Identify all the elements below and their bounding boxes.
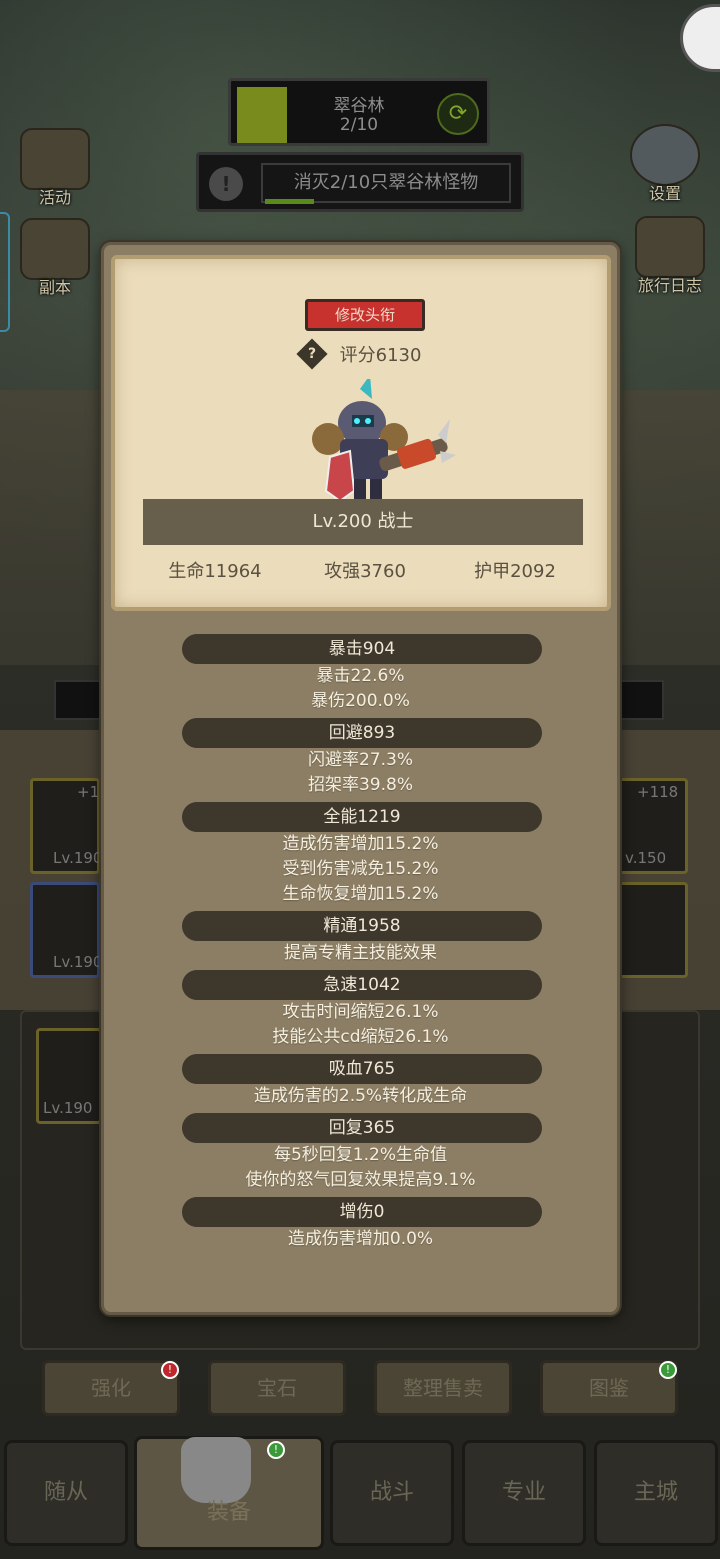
nav-equipment-label: 装备 [206,1500,251,1525]
notification-badge-icon: ! [659,1361,677,1379]
quest-bar[interactable]: ! 消灭2/10只翠谷林怪物 [196,152,524,212]
slot-plus: +118 [637,783,679,801]
gear-icon [630,124,700,186]
character-stats-panel: 修改头衔 ? 评分6130 Lv.200 战士 生命11964 攻强3760 护… [101,242,620,1315]
secondary-stats-list: 暴击904 暴击22.6% 暴伤200.0% 回避893 闪避率27.3% 招架… [104,630,617,1252]
score-text: 评分6130 [339,345,422,366]
stat-header-haste: 急速1042 [182,970,542,1000]
quest-progress-fill [265,199,314,204]
portal-icon [20,218,90,280]
activity-label: 活动 [38,188,71,207]
stat-line: 每5秒回复1.2%生命值 [273,1145,447,1165]
stat-line: 暴伤200.0% [311,691,410,711]
gem-button[interactable]: 宝石 [208,1360,346,1416]
sort-sell-button[interactable]: 整理售卖 [374,1360,512,1416]
equipment-slot-shield[interactable]: +118 v.150 [618,778,688,874]
codex-button[interactable]: 图鉴 ! [540,1360,678,1416]
stat-header-damage-bonus: 增伤0 [182,1197,542,1227]
rename-title-button[interactable]: 修改头衔 [305,299,425,331]
codex-label: 图鉴 [589,1376,629,1400]
help-icon[interactable]: ? [295,338,328,370]
activity-button[interactable]: 活动 [12,128,98,208]
stat-line: 造成伤害增加15.2% [282,834,439,854]
stat-line: 攻击时间缩短26.1% [282,1002,439,1022]
level-class-banner: Lv.200 战士 [143,499,583,545]
exclamation-icon: ! [209,167,243,201]
warrior-avatar [312,379,456,503]
slot-level: Lv.190 [53,849,103,867]
slot-level: v.150 [625,849,667,867]
stat-line: 造成伤害增加0.0% [287,1229,434,1249]
xp-bar-right [616,680,664,720]
stat-header-regen: 回复365 [182,1113,542,1143]
stat-header-avoidance: 回避893 [182,718,542,748]
quest-text: 消灭2/10只翠谷林怪物 [261,163,511,203]
nav-followers-label: 随从 [43,1480,88,1505]
nav-profession-label: 专业 [501,1480,546,1505]
equipment-slot-shoulder[interactable]: Lv.190 [30,882,103,978]
stat-header-versatility: 全能1219 [182,802,542,832]
enhance-label: 强化 [91,1376,131,1400]
dungeon-label: 副本 [38,278,71,297]
left-drawer-handle[interactable] [0,212,10,332]
slot-level: Lv.190 [43,1099,93,1117]
alert-badge-icon: ! [161,1361,179,1379]
slot-plus: +1 [77,783,100,801]
book-icon [635,216,705,278]
stat-line: 闪避率27.3% [307,750,413,770]
stat-line: 暴击22.6% [316,666,405,686]
equipment-slot-helmet[interactable]: +1 Lv.190 [30,778,103,874]
slot-level: Lv.190 [53,953,103,971]
settings-button[interactable]: 设置 [622,124,708,204]
score-row: ? 评分6130 [115,338,607,371]
nav-battle-label: 战斗 [369,1480,414,1505]
notification-badge-icon: ! [267,1441,285,1459]
dungeon-button[interactable]: 副本 [12,218,98,298]
stat-line: 生命恢复增加15.2% [282,884,439,904]
equipment-slot-ring[interactable] [618,882,688,978]
nav-main-city[interactable]: 主城 [594,1440,718,1546]
nav-equipment[interactable]: 装备 ! [134,1436,324,1550]
nav-followers[interactable]: 随从 [4,1440,128,1546]
gem-label: 宝石 [257,1376,297,1400]
stat-line: 招架率39.8% [307,775,413,795]
refresh-icon[interactable]: ⟳ [437,93,479,135]
character-card: 修改头衔 ? 评分6130 Lv.200 战士 生命11964 攻强3760 护… [111,255,611,611]
enhance-button[interactable]: 强化 ! [42,1360,180,1416]
nav-main-city-label: 主城 [633,1480,678,1505]
stat-header-lifesteal: 吸血765 [182,1054,542,1084]
stat-line: 造成伤害的2.5%转化成生命 [253,1086,468,1106]
stat-line: 使你的怒气回复效果提高9.1% [245,1170,476,1190]
stat-line: 技能公共cd缩短26.1% [272,1027,449,1047]
bag-slot-weapon[interactable]: Lv.190 [36,1028,102,1124]
stat-line: 受到伤害减免15.2% [282,859,439,879]
nav-battle[interactable]: 战斗 [330,1440,454,1546]
armor-stat: 护甲2092 [474,561,556,582]
health-stat: 生命11964 [168,561,262,582]
stat-header-crit: 暴击904 [182,634,542,664]
stat-header-mastery: 精通1958 [182,911,542,941]
nav-profession[interactable]: 专业 [462,1440,586,1546]
scroll-icon [20,128,90,190]
journal-button[interactable]: 旅行日志 [620,216,720,296]
zone-progress-bar: 翠谷林 2/10 ⟳ [228,78,490,146]
journal-label: 旅行日志 [637,276,702,295]
stat-line: 提高专精主技能效果 [284,943,437,963]
settings-label: 设置 [648,184,681,203]
main-stats-row: 生命11964 攻强3760 护甲2092 [115,557,607,587]
attack-power-stat: 攻强3760 [324,561,406,582]
sort-sell-label: 整理售卖 [403,1376,483,1400]
xp-bar-left [54,680,104,720]
